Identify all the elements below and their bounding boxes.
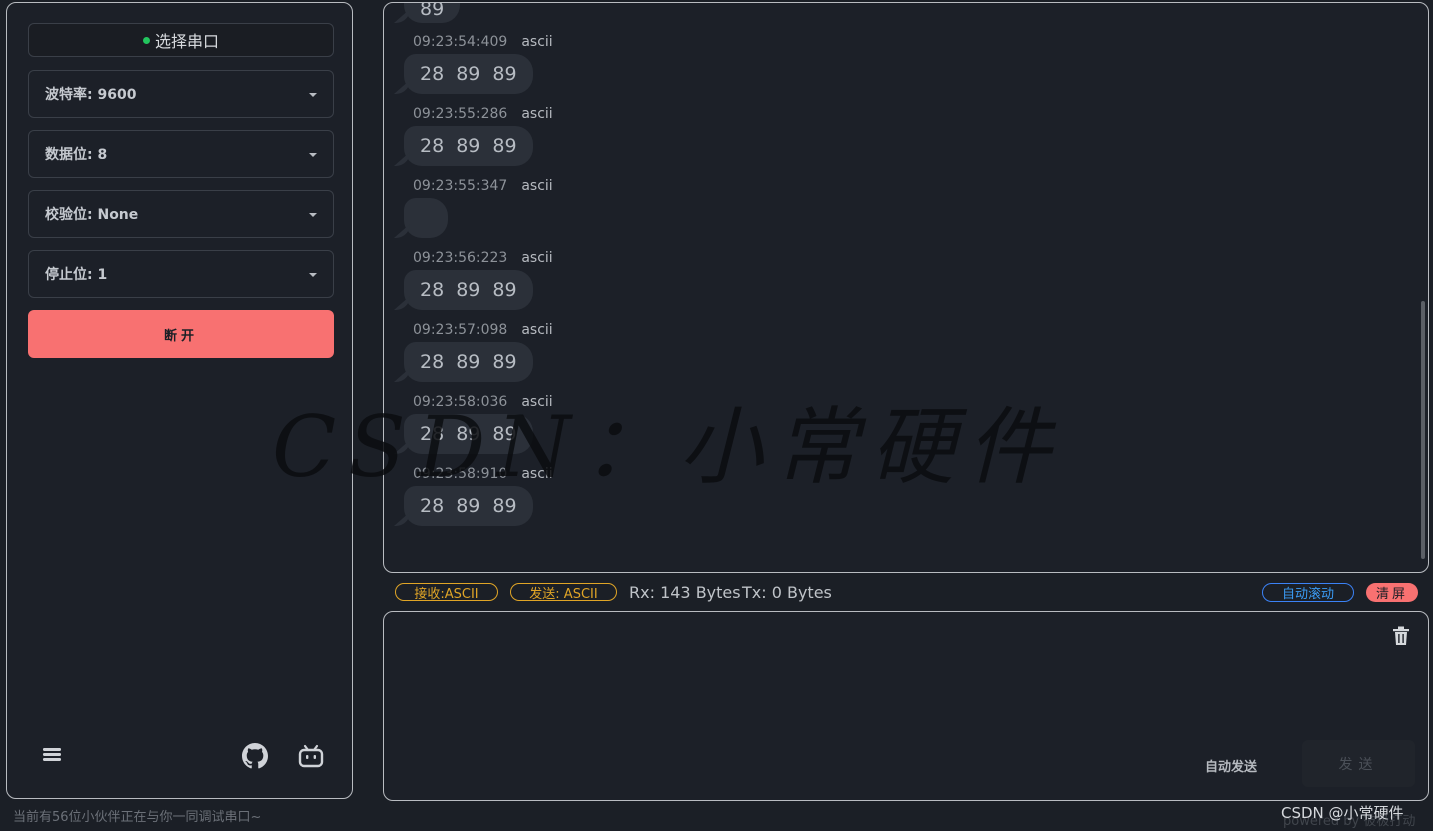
parity-label: 校验位: None — [45, 207, 139, 223]
chevron-down-icon — [309, 273, 317, 277]
format-label: ascii — [521, 466, 553, 482]
parity-select[interactable]: 校验位: None — [28, 190, 334, 238]
message-bubble: 28 89 89 — [404, 342, 533, 382]
send-format-tag[interactable]: 发送: ASCII — [510, 583, 617, 602]
timestamp: 09:23:54:409 — [413, 34, 508, 50]
format-label: ascii — [521, 34, 553, 50]
message-text: 28 89 89 — [420, 351, 517, 373]
timestamp: 09:23:57:098 — [413, 322, 508, 338]
log-entry-header: 09:23:55:347 ascii — [413, 178, 553, 194]
data-bits-select[interactable]: 数据位: 8 — [28, 130, 334, 178]
log-entry-header: 09:23:58:910 ascii — [413, 466, 553, 482]
message-bubble: 28 89 89 — [404, 54, 533, 94]
message-bubble: 28 89 89 — [404, 126, 533, 166]
select-port-label: 选择串口 — [154, 32, 219, 51]
csdn-watermark: CSDN @小常硬件 — [1281, 804, 1404, 822]
receive-log[interactable]: 89 09:23:54:409 ascii 28 89 89 09:23:55:2… — [383, 2, 1429, 573]
menu-icon[interactable] — [41, 743, 63, 769]
trash-icon[interactable] — [1392, 626, 1410, 650]
message-bubble: 89 — [404, 2, 461, 23]
log-entry-header: 09:23:57:098 ascii — [413, 322, 553, 338]
message-text: 28 89 89 — [420, 279, 517, 301]
send-format-label: 发送: ASCII — [529, 586, 598, 602]
stop-bits-select[interactable]: 停止位: 1 — [28, 250, 334, 298]
message-bubble: 28 89 89 — [404, 270, 533, 310]
clear-screen-label: 清屏 — [1375, 587, 1408, 602]
timestamp: 09:23:58:036 — [413, 394, 508, 410]
send-button[interactable]: 发送 — [1302, 740, 1415, 787]
connection-status-dot — [142, 36, 150, 44]
clear-screen-button[interactable]: 清屏 — [1366, 583, 1418, 602]
disconnect-label: 断开 — [163, 328, 198, 344]
message-bubble: 28 89 89 — [404, 414, 533, 454]
online-users-note: 当前有56位小伙伴正在与你一同调试串口~ — [13, 810, 262, 825]
log-scrollbar[interactable] — [1421, 301, 1425, 559]
auto-send-toggle[interactable]: 自动发送 — [1205, 756, 1257, 775]
auto-scroll-toggle[interactable]: 自动滚动 — [1262, 583, 1354, 602]
chevron-down-icon — [309, 213, 317, 217]
format-label: ascii — [521, 394, 553, 410]
disconnect-button[interactable]: 断开 — [28, 310, 334, 358]
auto-scroll-label: 自动滚动 — [1281, 587, 1334, 602]
message-bubble — [404, 198, 448, 238]
message-text: 28 89 89 — [420, 423, 517, 445]
timestamp: 09:23:55:286 — [413, 106, 508, 122]
receive-format-label: 接收:ASCII — [414, 586, 479, 602]
format-label: ascii — [521, 178, 553, 194]
message-text: 89 — [420, 2, 445, 20]
settings-panel: 选择串口 波特率: 9600 数据位: 8 校验位: None 停止位: 1 断… — [6, 2, 353, 799]
format-label: ascii — [521, 106, 553, 122]
message-bubble: 28 89 89 — [404, 486, 533, 526]
log-entry-header: 09:23:56:223 ascii — [413, 250, 553, 266]
baud-rate-select[interactable]: 波特率: 9600 — [28, 70, 334, 118]
rx-counter: Rx: 143 Bytes — [629, 583, 741, 602]
timestamp: 09:23:56:223 — [413, 250, 508, 266]
format-label: ascii — [521, 322, 553, 338]
timestamp: 09:23:55:347 — [413, 178, 508, 194]
message-text: 28 89 89 — [420, 135, 517, 157]
bilibili-icon[interactable] — [298, 743, 324, 773]
log-entry-header: 09:23:55:286 ascii — [413, 106, 553, 122]
timestamp: 09:23:58:910 — [413, 466, 508, 482]
send-input[interactable] — [383, 611, 1429, 801]
message-text: 28 89 89 — [420, 495, 517, 517]
chevron-down-icon — [309, 153, 317, 157]
stop-bits-label: 停止位: 1 — [45, 267, 108, 283]
chevron-down-icon — [309, 93, 317, 97]
message-text: 28 89 89 — [420, 63, 517, 85]
tx-counter: Tx: 0 Bytes — [742, 583, 832, 602]
log-entry-header: 09:23:58:036 ascii — [413, 394, 553, 410]
log-entry-header: 09:23:54:409 ascii — [413, 34, 553, 50]
format-label: ascii — [521, 250, 553, 266]
send-label: 发送 — [1338, 756, 1379, 773]
github-icon[interactable] — [242, 743, 268, 773]
data-bits-label: 数据位: 8 — [45, 147, 108, 163]
baud-rate-label: 波特率: 9600 — [45, 87, 137, 103]
receive-format-tag[interactable]: 接收:ASCII — [395, 583, 498, 602]
select-port-button[interactable]: 选择串口 — [28, 23, 334, 57]
